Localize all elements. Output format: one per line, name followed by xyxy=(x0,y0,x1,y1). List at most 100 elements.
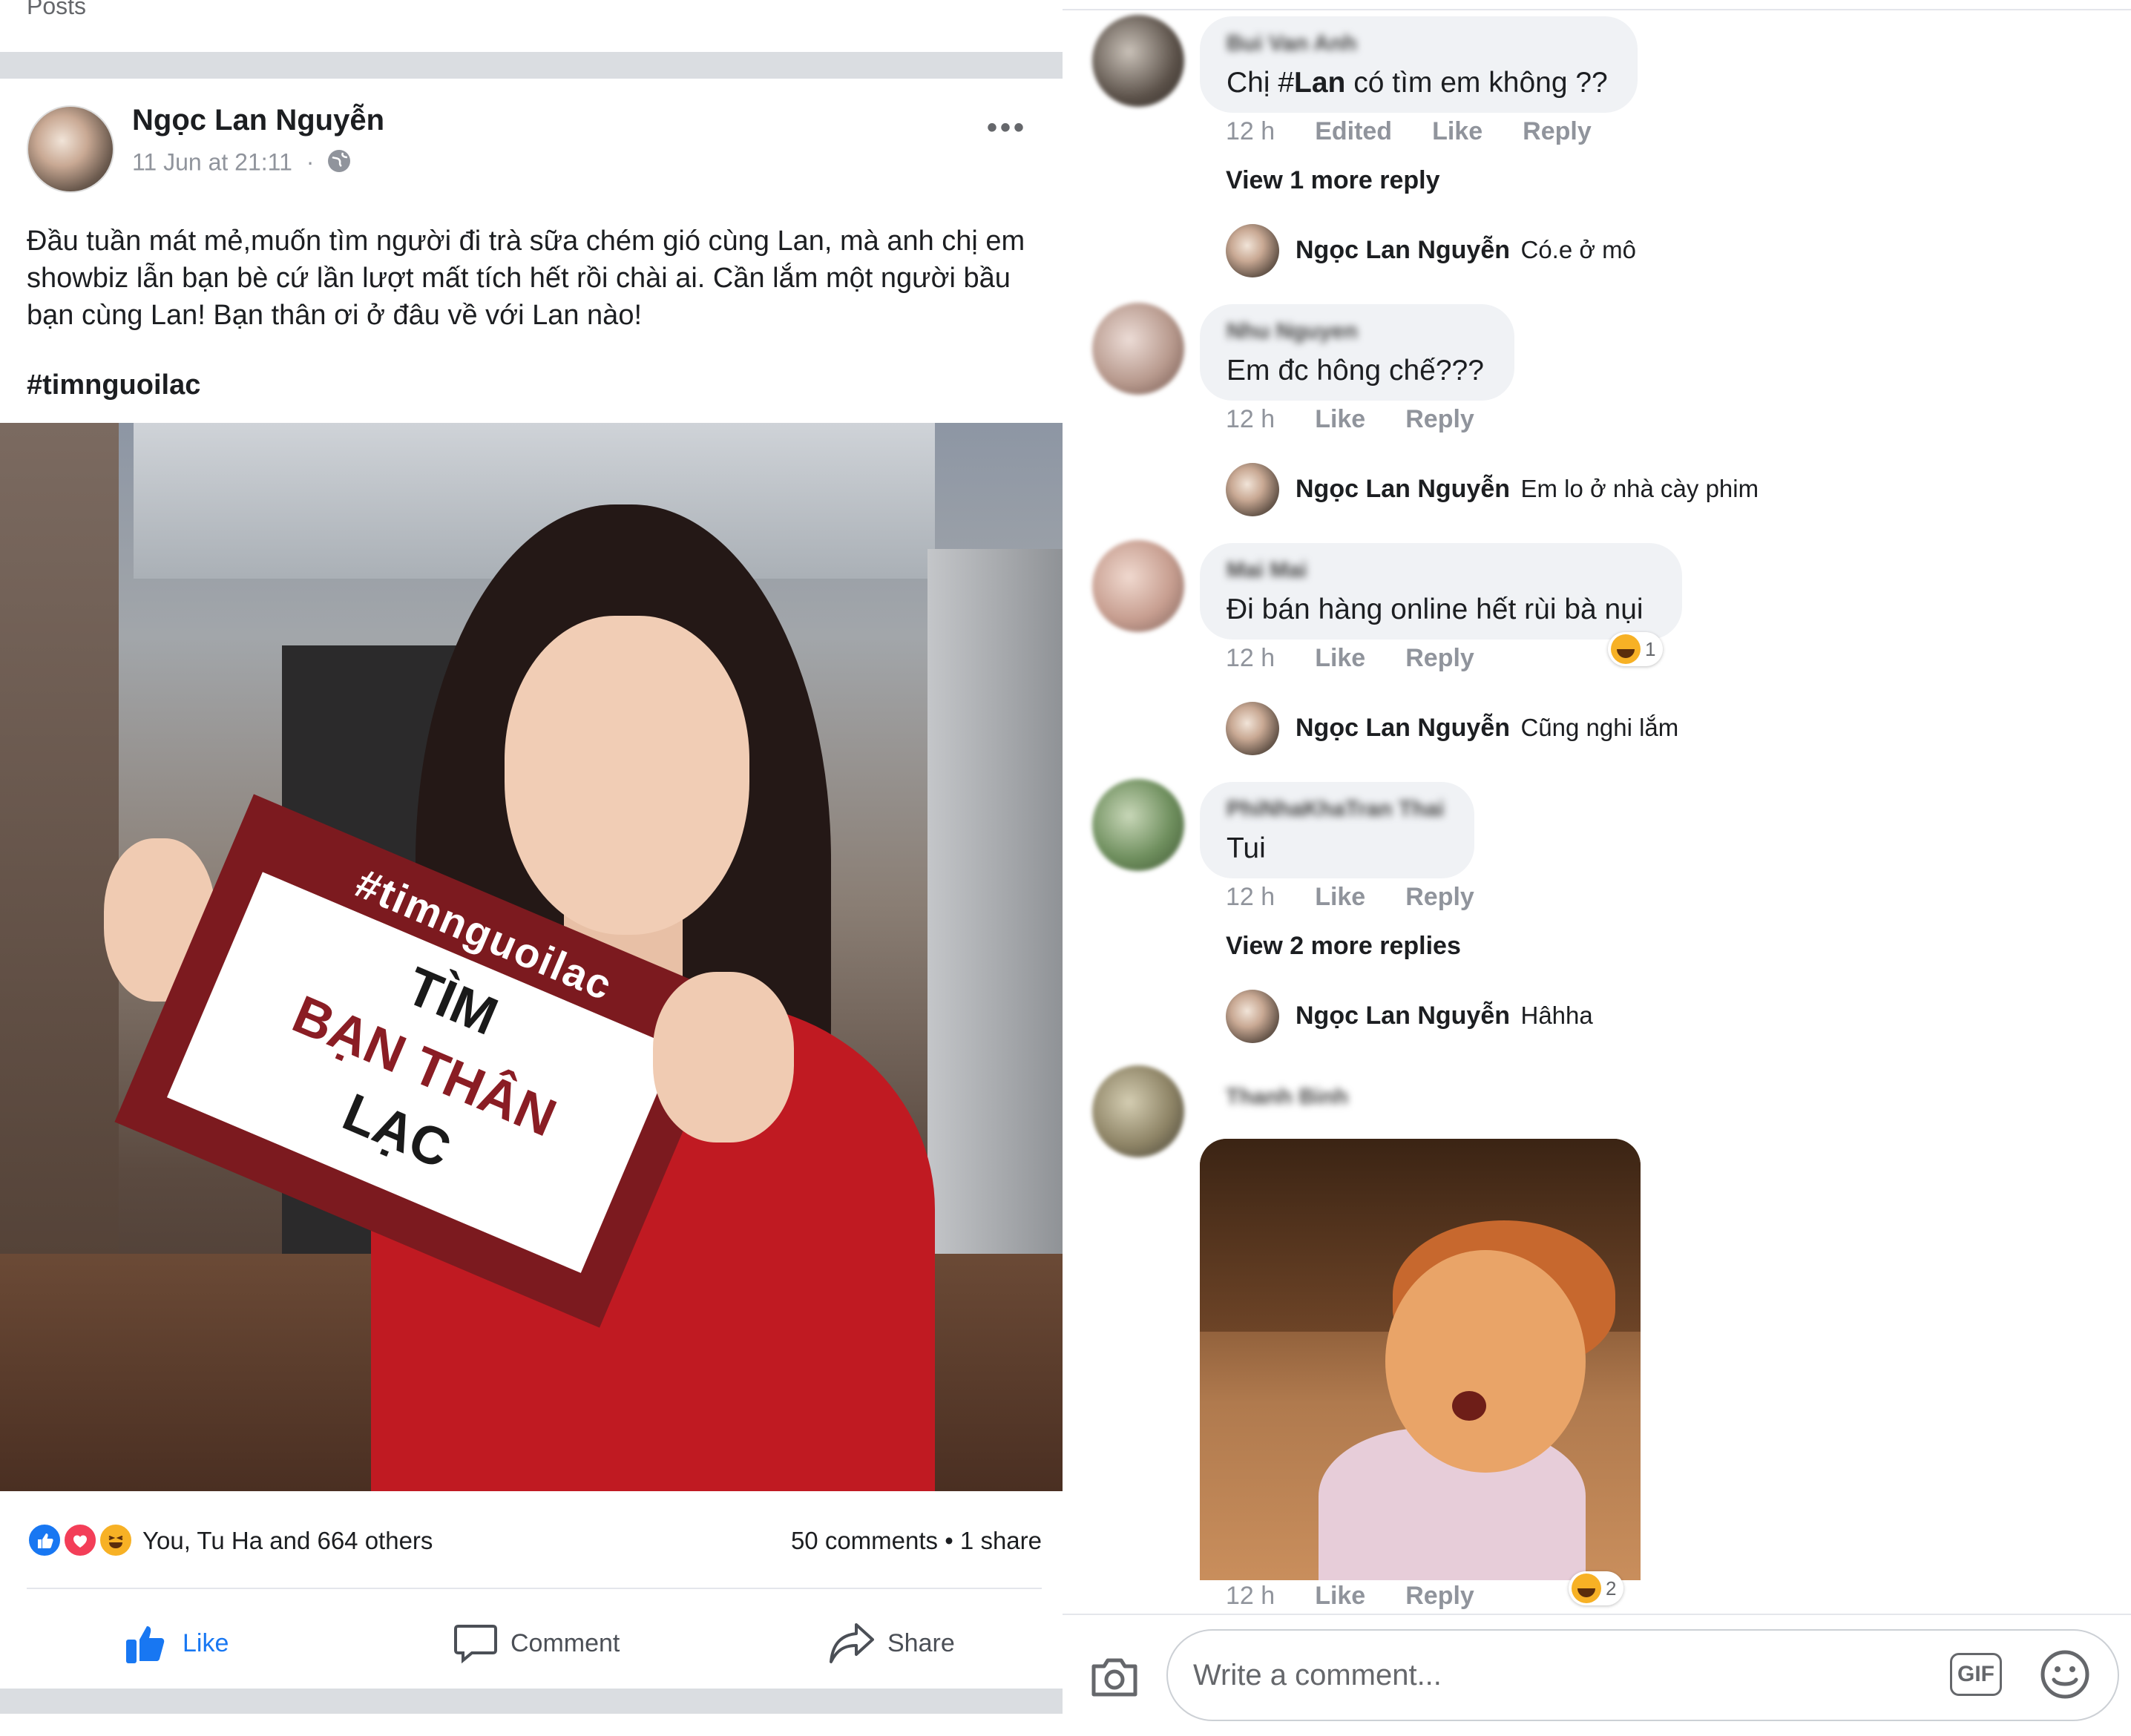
emoji-icon[interactable] xyxy=(2039,1648,2091,1700)
comment-input[interactable] xyxy=(1192,1657,1862,1693)
haha-reaction-icon xyxy=(1572,1574,1601,1603)
comment-reply-button[interactable]: Reply xyxy=(1523,117,1592,146)
share-button[interactable]: Share xyxy=(828,1617,955,1669)
comment-like-button[interactable]: Like xyxy=(1315,405,1365,434)
post-panel: Posts Ngọc Lan Nguyễn 11 Jun at 21:11 · … xyxy=(0,0,1063,1736)
love-reaction-icon xyxy=(62,1522,98,1558)
reactions-summary[interactable]: You, Tu Ha and 664 others xyxy=(142,1527,433,1555)
post-meta: 11 Jun at 21:11 · xyxy=(132,148,352,180)
comment-text-suffix: có tìm em không ?? xyxy=(1345,67,1608,99)
comment-bubble: Mai Mai Đi bán hàng online hết rùi bà nụ… xyxy=(1200,543,1682,640)
comment-meta: 12 h Like Reply xyxy=(1226,883,1474,912)
reply-row: Ngọc Lan Nguyễn Hâhha xyxy=(1296,1002,1593,1030)
commenter-name[interactable]: Bui Van Anh xyxy=(1227,31,1357,56)
comment-text: Tui xyxy=(1227,832,1266,864)
actions-divider xyxy=(27,1588,1042,1589)
view-more-replies[interactable]: View 1 more reply xyxy=(1226,166,1440,195)
comment-reply-button[interactable]: Reply xyxy=(1405,405,1474,434)
comment-time[interactable]: 12 h xyxy=(1226,1582,1275,1611)
comment-time[interactable]: 12 h xyxy=(1226,117,1275,146)
reply-avatar[interactable] xyxy=(1226,990,1279,1043)
comment-like-button[interactable]: Like xyxy=(1432,117,1482,146)
section-divider-bottom xyxy=(0,1689,1063,1714)
comment-bubble: Bui Van Anh Chị #Lan có tìm em không ?? xyxy=(1200,16,1638,113)
comment-reply-button[interactable]: Reply xyxy=(1405,883,1474,912)
comment-like-button[interactable]: Like xyxy=(1315,644,1365,673)
comment-reaction-badge[interactable]: 2 xyxy=(1569,1571,1624,1605)
commenter-avatar[interactable] xyxy=(1092,303,1184,395)
reply-text: Có.e ở mô xyxy=(1520,236,1637,263)
like-reaction-icon xyxy=(27,1522,62,1558)
comment-text: Chị #Lan có tìm em không ?? xyxy=(1227,67,1608,99)
commenter-avatar[interactable] xyxy=(1092,540,1184,632)
reply-author[interactable]: Ngọc Lan Nguyễn xyxy=(1296,475,1510,503)
post-hashtag[interactable]: #timnguoilac xyxy=(27,369,200,401)
comments-top-divider xyxy=(1063,9,2131,10)
comment-reaction-count: 1 xyxy=(1645,637,1656,660)
comment-reaction-count: 2 xyxy=(1606,1576,1617,1599)
reply-row: Ngọc Lan Nguyễn Cũng nghi lắm xyxy=(1296,714,1678,743)
comment-edited[interactable]: Edited xyxy=(1315,117,1392,146)
reaction-icons[interactable] xyxy=(27,1522,138,1558)
commenter-avatar[interactable] xyxy=(1092,15,1184,107)
reply-author[interactable]: Ngọc Lan Nguyễn xyxy=(1296,714,1510,742)
comment-text: Em đc hông chế??? xyxy=(1227,355,1484,387)
meta-separator: · xyxy=(306,148,315,176)
haha-reaction-icon xyxy=(1611,634,1641,664)
composer-divider xyxy=(1063,1614,2131,1615)
comments-panel: Bui Van Anh Chị #Lan có tìm em không ?? … xyxy=(1063,0,2131,1736)
share-label: Share xyxy=(887,1628,955,1657)
comment-text-prefix: Chị # xyxy=(1227,67,1295,99)
view-more-replies[interactable]: View 2 more replies xyxy=(1226,932,1461,961)
comment-meta: 12 h Like Reply xyxy=(1226,1582,1474,1611)
commenter-name[interactable]: Thanh Binh xyxy=(1226,1085,1348,1110)
gif-icon[interactable]: GIF xyxy=(1950,1653,2002,1696)
haha-reaction-icon xyxy=(98,1522,134,1558)
comment-time[interactable]: 12 h xyxy=(1226,644,1275,673)
comment-reply-button[interactable]: Reply xyxy=(1405,644,1474,673)
comment-time[interactable]: 12 h xyxy=(1226,405,1275,434)
commenter-name[interactable]: PhiNhaKhaTran Thai xyxy=(1227,797,1444,822)
reply-author[interactable]: Ngọc Lan Nguyễn xyxy=(1296,1002,1510,1030)
reply-avatar[interactable] xyxy=(1226,224,1279,277)
comment-mention[interactable]: Lan xyxy=(1294,67,1345,99)
reply-avatar[interactable] xyxy=(1226,702,1279,755)
comment-like-button[interactable]: Like xyxy=(1315,883,1365,912)
post-author-name[interactable]: Ngọc Lan Nguyễn xyxy=(132,104,384,137)
reply-avatar[interactable] xyxy=(1226,463,1279,516)
commenter-avatar[interactable] xyxy=(1092,1065,1184,1157)
more-options-icon[interactable]: ••• xyxy=(987,111,1027,145)
comment-button[interactable]: Comment xyxy=(453,1617,620,1669)
comment-meta: 12 h Like Reply xyxy=(1226,405,1474,434)
reply-text: Cũng nghi lắm xyxy=(1520,714,1679,741)
commenter-name[interactable]: Nhu Nguyen xyxy=(1227,319,1358,344)
posts-section-label: Posts xyxy=(27,0,87,19)
comment-reaction-badge[interactable]: 1 xyxy=(1608,632,1664,666)
comment-bubble: Nhu Nguyen Em đc hông chế??? xyxy=(1200,304,1514,401)
comment-share-counts[interactable]: 50 comments • 1 share xyxy=(742,1527,1042,1555)
camera-icon[interactable] xyxy=(1088,1650,1141,1703)
comment-meta: 12 h Like Reply xyxy=(1226,644,1474,673)
author-avatar[interactable] xyxy=(27,105,114,193)
commenter-name[interactable]: Mai Mai xyxy=(1227,558,1307,583)
photo-face xyxy=(505,616,749,935)
photo-hand-right xyxy=(653,972,794,1142)
reply-row: Ngọc Lan Nguyễn Em lo ở nhà cày phim xyxy=(1296,475,1759,504)
section-divider xyxy=(0,52,1063,79)
comment-text: Đi bán hàng online hết rùi bà nụi xyxy=(1227,594,1644,625)
reply-text: Hâhha xyxy=(1520,1002,1593,1029)
reply-row: Ngọc Lan Nguyễn Có.e ở mô xyxy=(1296,236,1636,265)
post-timestamp[interactable]: 11 Jun at 21:11 xyxy=(132,148,292,175)
thumbs-up-icon xyxy=(126,1626,165,1663)
comment-like-button[interactable]: Like xyxy=(1315,1582,1365,1611)
commenter-avatar[interactable] xyxy=(1092,779,1184,871)
comment-bubble: PhiNhaKhaTran Thai Tui xyxy=(1200,782,1474,878)
gif-child-mouth xyxy=(1452,1391,1486,1421)
post-photo[interactable]: #timnguoilac TÌM BẠN THÂN LẠC xyxy=(0,423,1063,1491)
comment-reply-button[interactable]: Reply xyxy=(1405,1582,1474,1611)
comment-gif[interactable] xyxy=(1200,1139,1641,1580)
like-label: Like xyxy=(183,1628,229,1657)
like-button[interactable]: Like xyxy=(125,1617,229,1669)
comment-time[interactable]: 12 h xyxy=(1226,883,1275,912)
reply-author[interactable]: Ngọc Lan Nguyễn xyxy=(1296,236,1510,264)
